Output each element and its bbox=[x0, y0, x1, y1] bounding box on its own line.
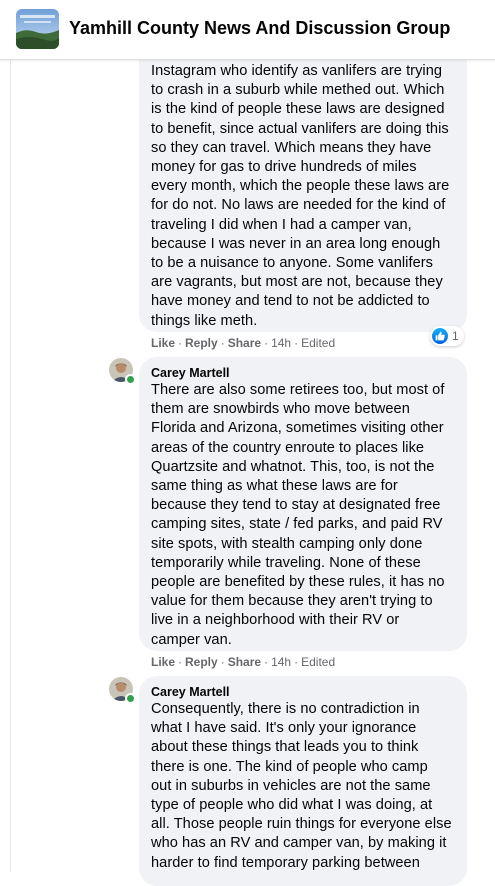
comment-text: Consequently, there is no contradiction … bbox=[151, 701, 452, 871]
separator: · bbox=[178, 336, 183, 350]
comment-author[interactable]: Carey Martell bbox=[151, 365, 455, 381]
like-button[interactable]: Like bbox=[151, 336, 175, 350]
like-icon bbox=[432, 328, 448, 344]
left-scroll-edge bbox=[0, 60, 11, 872]
comment-bubble: Carey Martell Consequently, there is no … bbox=[139, 676, 467, 886]
separator: · bbox=[294, 336, 299, 350]
share-button[interactable]: Share bbox=[228, 655, 261, 669]
reply-button[interactable]: Reply bbox=[185, 655, 218, 669]
separator: · bbox=[220, 336, 225, 350]
timestamp[interactable]: 14h bbox=[271, 336, 291, 350]
separator: · bbox=[220, 655, 225, 669]
comment-author[interactable]: Carey Martell bbox=[151, 684, 455, 700]
online-status-dot bbox=[125, 374, 136, 385]
comment-text: There are also some retirees too, but mo… bbox=[151, 382, 445, 648]
comment-text: Instagram who identify as vanlifers are … bbox=[151, 63, 450, 329]
reaction-count[interactable]: 1 bbox=[430, 326, 464, 346]
comment-bubble: Instagram who identify as vanlifers are … bbox=[139, 40, 467, 332]
group-name[interactable]: Yamhill County News And Discussion Group bbox=[69, 18, 450, 39]
separator: · bbox=[294, 655, 299, 669]
share-button[interactable]: Share bbox=[228, 336, 261, 350]
reaction-count-value: 1 bbox=[452, 329, 459, 343]
online-status-dot bbox=[125, 693, 136, 704]
like-button[interactable]: Like bbox=[151, 655, 175, 669]
separator: · bbox=[178, 655, 183, 669]
separator: · bbox=[264, 336, 269, 350]
timestamp[interactable]: 14h bbox=[271, 655, 291, 669]
comment-actions: Like · Reply · Share · 14h · Edited bbox=[151, 336, 335, 350]
edited-label[interactable]: Edited bbox=[301, 655, 335, 669]
separator: · bbox=[264, 655, 269, 669]
group-header: Yamhill County News And Discussion Group bbox=[0, 0, 495, 60]
comment-bubble: Carey Martell There are also some retire… bbox=[139, 357, 467, 651]
group-thumbnail[interactable] bbox=[16, 9, 59, 49]
edited-label[interactable]: Edited bbox=[301, 336, 335, 350]
reply-button[interactable]: Reply bbox=[185, 336, 218, 350]
comment-actions: Like · Reply · Share · 14h · Edited bbox=[151, 655, 335, 669]
